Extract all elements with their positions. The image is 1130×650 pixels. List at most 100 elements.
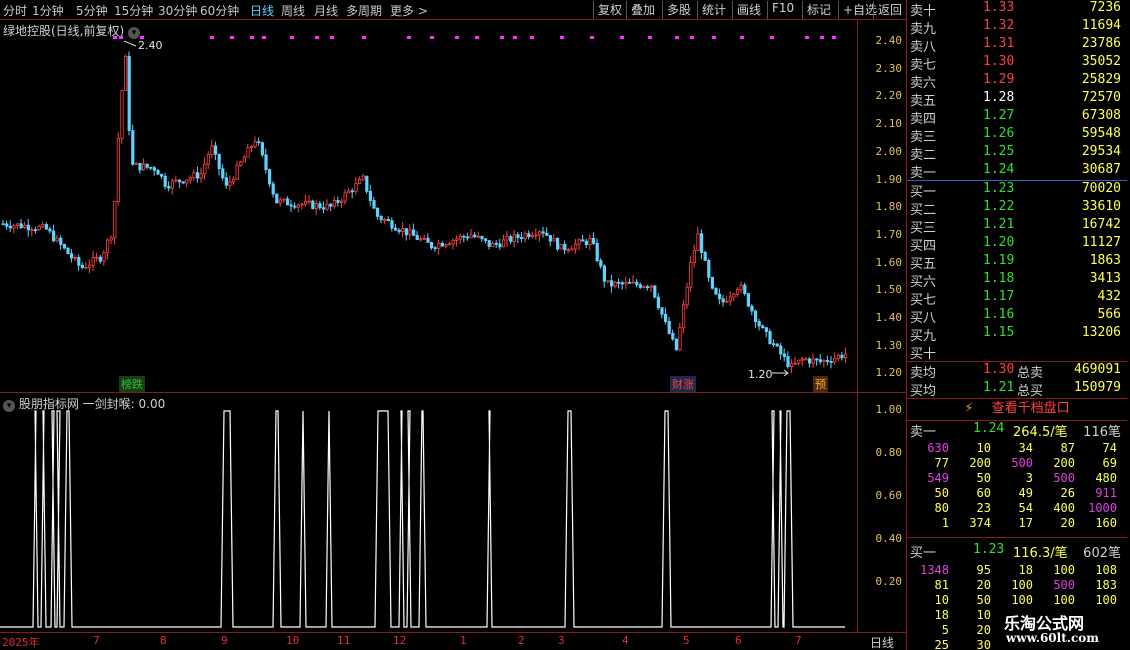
kline-chart[interactable]: 2.40 1.20 (0, 20, 858, 392)
candle-body (278, 199, 283, 204)
toolbar-button[interactable]: 画线 (732, 1, 761, 19)
ask-row[interactable]: 卖十 1.33 7236 (907, 0, 1127, 19)
kline-panel[interactable]: 绿地控股(日线,前复权) ▾ 2.40 1.20 2.40 2.30 2.20 2.10… (0, 20, 906, 392)
ask-row[interactable]: 卖三 1.26 59548 (907, 126, 1127, 145)
toolbar-button[interactable]: 返回 (873, 1, 902, 19)
period-tab[interactable]: 60分钟 (200, 2, 239, 19)
period-tab[interactable]: 日线 (250, 2, 274, 19)
queue-cell: 49 (1018, 486, 1033, 500)
candle-body (77, 257, 81, 266)
candle-body (368, 191, 373, 201)
period-label[interactable]: 日线 (870, 634, 894, 650)
signal-marker (362, 36, 366, 39)
depth-button[interactable]: ⚡ 查看千档盘口 (907, 399, 1127, 419)
avg-price: 1.30 (983, 362, 1015, 377)
sell1-detail-detail: 卖一 1.24 264.5/笔 116笔 (907, 421, 1127, 440)
queue-cell: 500 (1053, 578, 1075, 592)
detail-avg: 116.3/笔 (1013, 546, 1068, 561)
bid-row[interactable]: 买四 1.20 11127 (907, 235, 1127, 254)
ask-row[interactable]: 卖七 1.30 35052 (907, 54, 1127, 73)
period-tab[interactable]: 15分钟 (114, 2, 153, 19)
toolbar-button[interactable]: 叠加 (626, 1, 655, 19)
queue-row: 1348 95 18 100 108 (907, 563, 1127, 578)
candle-body (451, 239, 455, 245)
candle-body (746, 293, 751, 307)
bid-row[interactable]: 买一 1.23 70020 (907, 181, 1127, 200)
period-tab[interactable]: 5分钟 (76, 2, 108, 19)
ask-row[interactable]: 卖五 1.28 72570 (907, 90, 1127, 109)
toolbar-button[interactable]: 多股 (662, 1, 691, 19)
candle-body (617, 281, 621, 284)
candle-body (782, 353, 787, 357)
toolbar-button[interactable]: 统计 (697, 1, 726, 19)
toolbar-button[interactable]: +自选 (838, 1, 877, 19)
ask-row[interactable]: 卖一 1.24 30687 (907, 162, 1127, 181)
candle-body (289, 204, 293, 207)
ask-row[interactable]: 卖九 1.32 11694 (907, 18, 1127, 37)
candle-body (95, 256, 99, 259)
candle-body (383, 219, 387, 221)
candle-body (336, 200, 340, 203)
ask-row[interactable]: 卖八 1.31 23786 (907, 36, 1127, 55)
queue-cell: 1 (941, 516, 949, 530)
candle-body (70, 253, 74, 259)
candle-body (221, 168, 225, 179)
toolbar-button[interactable]: F10 (767, 1, 794, 19)
toolbar-button[interactable]: 复权 (593, 1, 622, 19)
candle-body (52, 230, 56, 242)
candle-body (350, 190, 355, 193)
ask-price: 1.26 (983, 126, 1015, 141)
bid-row[interactable]: 买三 1.21 16742 (907, 217, 1127, 236)
event-badge[interactable]: 财涨 (670, 376, 696, 392)
candle-body (440, 242, 445, 247)
ask-row[interactable]: 卖四 1.27 67308 (907, 108, 1127, 127)
candle-body (113, 201, 117, 239)
signal-marker (590, 36, 594, 39)
toolbar-button[interactable]: 标记 (802, 1, 831, 19)
event-badge[interactable]: 榜跌 (119, 376, 145, 392)
candle-body (660, 307, 664, 315)
candle-body (761, 325, 765, 329)
indicator-chart[interactable] (0, 393, 858, 633)
bid-row[interactable]: 买九 1.15 13206 (907, 325, 1127, 344)
candle-body (195, 172, 200, 179)
bid-row[interactable]: 买十 (907, 343, 1127, 362)
ask-row[interactable]: 卖二 1.25 29534 (907, 144, 1127, 163)
ask-row[interactable]: 卖六 1.29 25829 (907, 72, 1127, 91)
queue-cell: 20 (976, 578, 991, 592)
date-label: 2025年 (2, 636, 40, 649)
candle-body (588, 237, 592, 245)
event-badge[interactable]: 预 (813, 376, 828, 392)
bid-price: 1.15 (983, 325, 1015, 340)
period-tab[interactable]: 多周期 (346, 2, 382, 19)
period-tab[interactable]: 1分钟 (32, 2, 64, 19)
indicator-panel[interactable]: ▾ 股朋指标网 一剑封喉: 0.00 1.00 0.80 0.60 0.40 0.20 (0, 392, 906, 632)
candle-body (246, 147, 250, 158)
candle-body (145, 163, 149, 168)
period-tab[interactable]: 分时 (3, 2, 27, 19)
bid-row[interactable]: 买五 1.19 1863 (907, 253, 1127, 272)
bid-volume: 3413 (1089, 271, 1121, 286)
period-tab[interactable]: 周线 (281, 2, 305, 19)
bid-price: 1.16 (983, 307, 1015, 322)
candle-body (199, 173, 203, 179)
period-tab[interactable]: 更多 > (390, 2, 428, 19)
period-tab[interactable]: 月线 (314, 2, 338, 19)
candle-body (174, 179, 178, 182)
candle-body (311, 200, 315, 209)
period-tab[interactable]: 30分钟 (158, 2, 197, 19)
ask-price: 1.28 (983, 90, 1015, 105)
date-label: 8 (160, 634, 167, 647)
queue-row: 630 10 34 87 74 (907, 441, 1127, 456)
avg-buy-row: 买均 1.21 总买 150979 (907, 380, 1127, 399)
bid-volume: 70020 (1081, 181, 1121, 196)
candle-body (12, 225, 16, 229)
bid-row[interactable]: 买七 1.17 432 (907, 289, 1127, 308)
queue-cell: 20 (1060, 516, 1075, 530)
bid-row[interactable]: 买八 1.16 566 (907, 307, 1127, 326)
candle-body (772, 343, 776, 346)
bid-row[interactable]: 买六 1.18 3413 (907, 271, 1127, 290)
candle-body (332, 200, 337, 207)
bid-row[interactable]: 买二 1.22 33610 (907, 199, 1127, 218)
queue-row: 81 20 100 500 183 (907, 578, 1127, 593)
